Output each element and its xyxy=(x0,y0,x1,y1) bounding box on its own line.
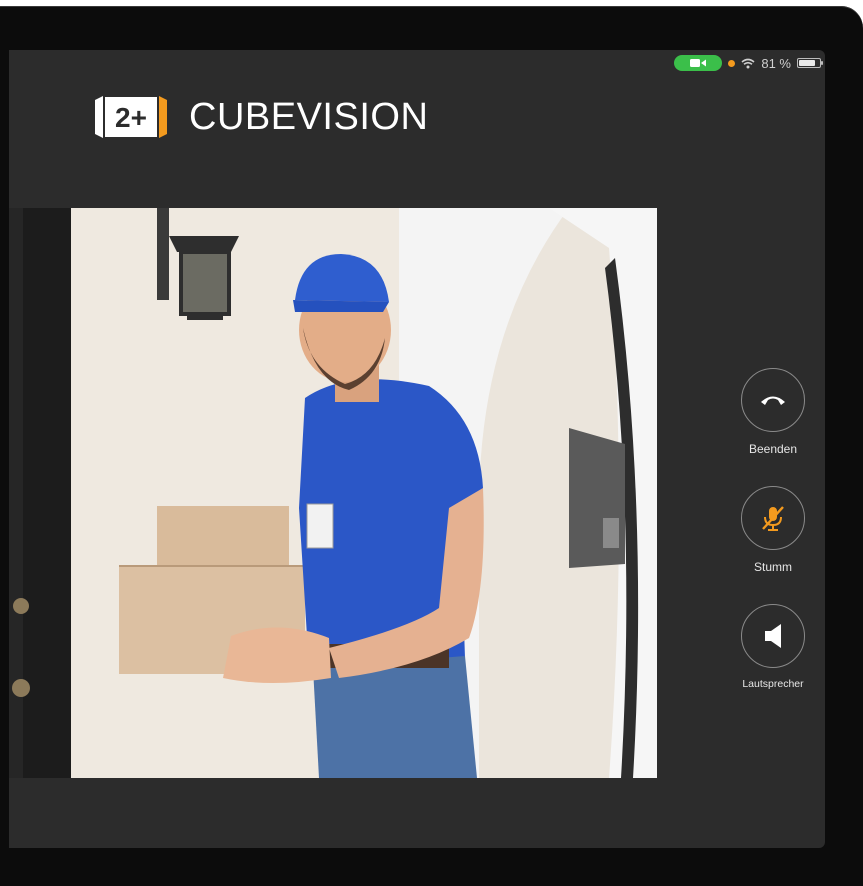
wifi-icon xyxy=(741,58,755,68)
status-bar: 81 % xyxy=(674,54,823,72)
doorbell-video-feed xyxy=(9,208,657,778)
end-call-label: Beenden xyxy=(748,442,798,456)
video-camera-icon xyxy=(690,59,707,67)
speaker-control: Lautsprecher xyxy=(725,604,821,690)
brand-name: CUBEVISION xyxy=(189,95,429,138)
video-frame-image xyxy=(9,208,657,778)
video-camera-indicator xyxy=(674,55,723,71)
end-call-button[interactable] xyxy=(741,368,805,432)
battery-percent: 81 % xyxy=(761,55,791,71)
brand-logo: 2+ CUBEVISION xyxy=(95,94,428,140)
privacy-indicator-dot xyxy=(728,59,736,67)
intercom-screen: 81 % 2+ CUBEVISION Beenden Stumm Lautspr… xyxy=(9,50,825,848)
mute-button[interactable] xyxy=(741,486,805,550)
tablet-device-frame: 81 % 2+ CUBEVISION Beenden Stumm Lautspr… xyxy=(0,6,863,886)
logo-mark-text: 2+ xyxy=(115,102,147,133)
hang-up-icon xyxy=(761,396,785,405)
speaker-label: Lautsprecher xyxy=(742,678,804,690)
cubevision-cube-icon: 2+ xyxy=(95,96,167,138)
speaker-button[interactable] xyxy=(741,604,805,668)
mute-label: Stumm xyxy=(753,560,792,574)
end-call-control: Beenden xyxy=(725,368,821,456)
battery-icon xyxy=(797,58,823,68)
microphone-muted-icon xyxy=(762,506,784,531)
speaker-icon xyxy=(765,624,781,648)
battery-level-fill xyxy=(799,60,816,66)
mute-control: Stumm xyxy=(725,486,821,574)
